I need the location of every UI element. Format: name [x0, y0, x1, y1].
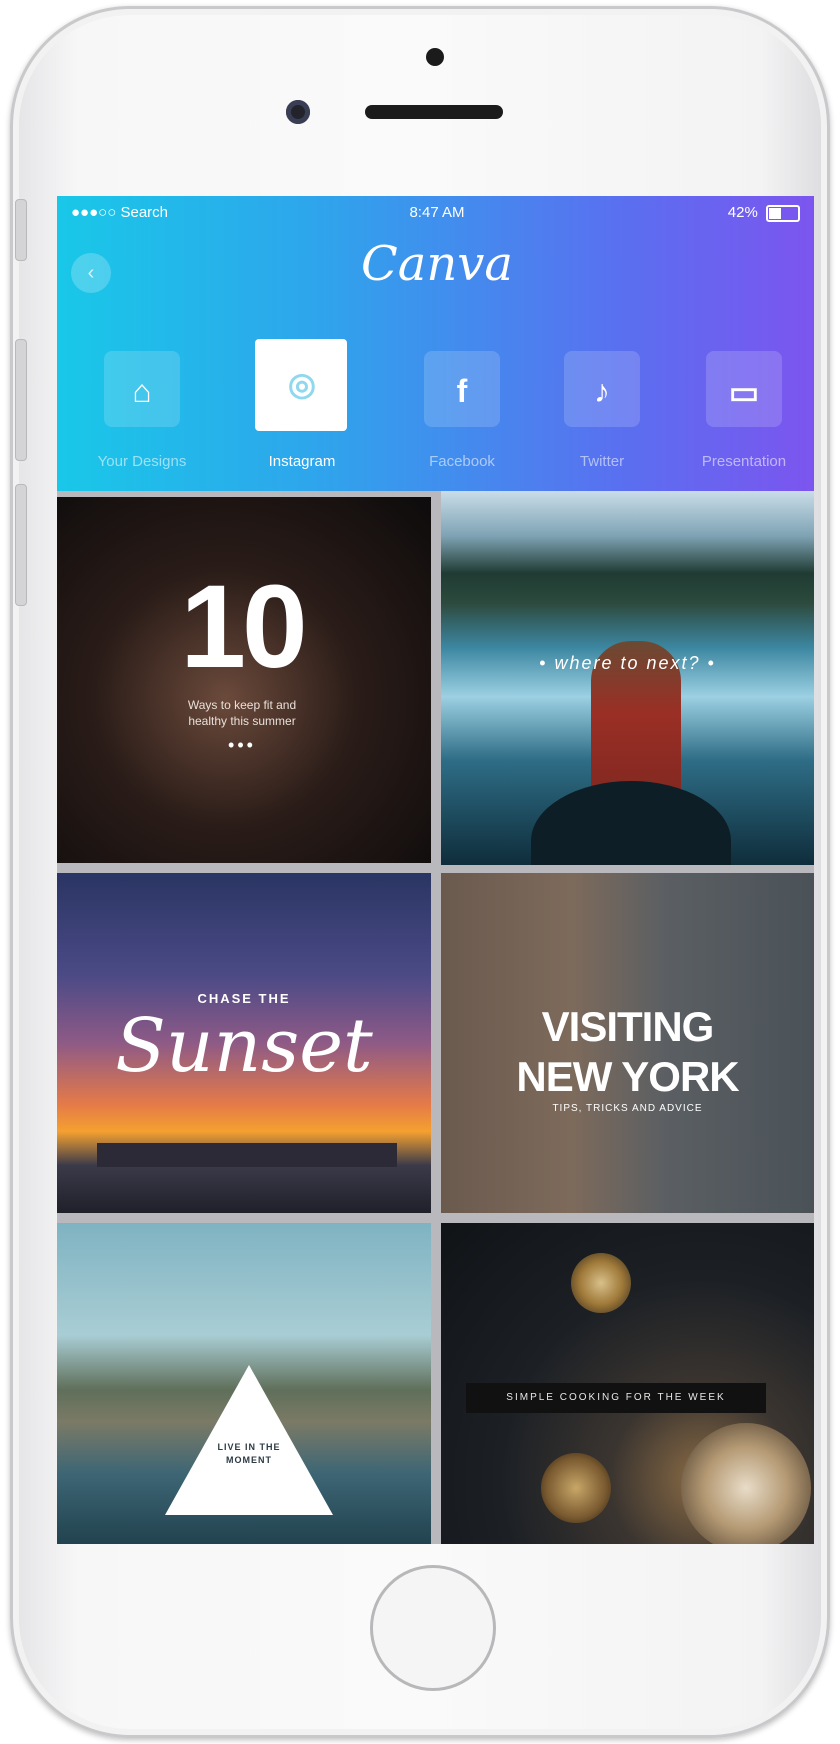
battery-percent: 42% — [727, 204, 758, 221]
status-bar: ●●●○○ Search 8:47 AM 42% — [57, 204, 814, 228]
template-fitness[interactable]: 10 Ways to keep fit and healthy this sum… — [57, 497, 431, 863]
template-dots: ••• — [228, 735, 256, 755]
template-headline: • where to next? • — [539, 653, 716, 673]
category-instagram[interactable]: ◎ Instagram — [227, 331, 377, 481]
category-facebook[interactable]: f Facebook — [387, 331, 537, 481]
template-headline: Sunset — [115, 1003, 373, 1089]
template-subtitle: Ways to keep fit and healthy this summer — [187, 698, 297, 728]
back-button[interactable]: ‹ — [71, 253, 111, 293]
front-camera — [286, 100, 310, 124]
category-twitter[interactable]: ♪ Twitter — [527, 331, 677, 481]
volume-up-button — [15, 339, 27, 461]
battery-status: 42% — [728, 204, 800, 222]
template-banner: SIMPLE COOKING FOR THE WEEK — [466, 1383, 766, 1413]
template-headline: 10 — [180, 561, 307, 693]
template-grid: 10 Ways to keep fit and healthy this sum… — [57, 491, 814, 1544]
template-new-york[interactable]: VISITING NEW YORK TIPS, TRICKS AND ADVIC… — [441, 873, 814, 1213]
template-sunset[interactable]: CHASE THE Sunset — [57, 873, 431, 1213]
home-icon: ⌂ — [132, 373, 152, 409]
template-subtitle: TIPS, TRICKS AND ADVICE — [552, 1103, 703, 1114]
photo-bowl — [571, 1253, 631, 1313]
template-travel-lake[interactable]: • where to next? • — [441, 491, 814, 865]
app-screen: ●●●○○ Search 8:47 AM 42% ‹ Canva ⌂ Your … — [57, 196, 814, 1544]
instagram-icon: ◎ — [288, 366, 316, 402]
mute-switch — [15, 199, 27, 261]
category-label: Instagram — [268, 453, 336, 470]
category-label: Your Designs — [97, 453, 187, 470]
template-moment[interactable]: LIVE IN THE MOMENT — [57, 1223, 431, 1544]
photo-ship — [97, 1143, 397, 1167]
canva-logo: Canva — [361, 236, 513, 292]
template-headline-line1: VISITING — [541, 1003, 715, 1050]
category-bar: ⌂ Your Designs ◎ Instagram f Facebook ♪ … — [57, 331, 814, 491]
template-headline-line2: NEW YORK — [516, 1053, 739, 1100]
category-label: Twitter — [579, 453, 625, 470]
triangle-badge — [165, 1365, 333, 1515]
twitter-icon: ♪ — [594, 373, 610, 409]
category-label: Presentation — [701, 453, 787, 470]
photo-plate — [681, 1423, 811, 1544]
status-time: 8:47 AM — [409, 204, 465, 221]
facebook-icon: f — [456, 373, 468, 409]
category-label: Facebook — [429, 453, 495, 470]
earpiece-speaker — [365, 105, 503, 119]
battery-icon — [766, 204, 800, 222]
template-headline: LIVE IN THE MOMENT — [217, 1442, 281, 1465]
proximity-sensor — [426, 48, 444, 66]
home-button[interactable] — [370, 1565, 496, 1691]
category-your-designs[interactable]: ⌂ Your Designs — [67, 331, 217, 481]
presentation-icon: ▭ — [728, 374, 760, 410]
app-header: ●●●○○ Search 8:47 AM 42% ‹ Canva ⌂ Your … — [57, 196, 814, 491]
carrier-signal: ●●●○○ Search — [71, 204, 168, 221]
category-presentation[interactable]: ▭ Presentation — [669, 331, 814, 481]
photo-boat — [531, 781, 731, 865]
template-cooking[interactable]: SIMPLE COOKING FOR THE WEEK — [441, 1223, 814, 1544]
photo-bowl — [541, 1453, 611, 1523]
volume-down-button — [15, 484, 27, 606]
